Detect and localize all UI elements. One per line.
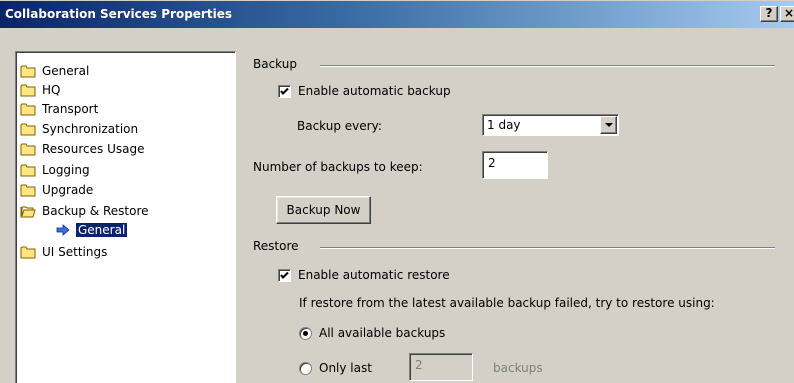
- all-backups-label: All available backups: [319, 326, 446, 340]
- tree-item-synchronization[interactable]: Synchronization: [20, 120, 140, 138]
- title-bar[interactable]: Collaboration Services Properties ? ×: [0, 1, 794, 29]
- backups-to-keep-input[interactable]: 2: [482, 151, 548, 179]
- folder-icon: [20, 184, 36, 197]
- radio-button[interactable]: [299, 361, 312, 375]
- tree-item-label: Transport: [42, 102, 99, 116]
- checkmark-icon: [280, 87, 289, 95]
- tree-item-general[interactable]: General: [20, 62, 91, 80]
- checkmark-icon: [280, 271, 289, 279]
- backup-group-divider: [320, 65, 775, 67]
- tree-item-transport[interactable]: Transport: [20, 100, 100, 118]
- tree-item-label: Backup & Restore: [42, 204, 149, 218]
- enable-backup-label: Enable automatic backup: [298, 84, 451, 98]
- folder-icon: [20, 143, 36, 156]
- tree-item-label: Upgrade: [42, 183, 94, 197]
- checkbox-box[interactable]: [278, 84, 291, 98]
- folder-icon: [20, 65, 36, 78]
- tree-item-backup-restore[interactable]: Backup & Restore: [20, 202, 151, 220]
- enable-backup-checkbox[interactable]: Enable automatic backup: [278, 84, 451, 98]
- tree-item-label: Resources Usage: [42, 142, 145, 156]
- tree-item-upgrade[interactable]: Upgrade: [20, 181, 95, 199]
- tree-item-label: UI Settings: [42, 245, 108, 259]
- backup-every-select[interactable]: 1 day: [482, 114, 619, 136]
- restore-group-divider: [320, 247, 775, 249]
- backups-to-keep-label: Number of backups to keep:: [253, 160, 423, 174]
- folder-icon: [20, 103, 36, 116]
- backups-suffix-label: backups: [493, 361, 543, 375]
- arrow-right-icon: [56, 224, 70, 236]
- only-last-label: Only last: [319, 361, 372, 375]
- help-button[interactable]: ?: [760, 6, 778, 22]
- window-title: Collaboration Services Properties: [5, 7, 232, 21]
- checkbox-box[interactable]: [278, 268, 291, 282]
- backup-every-value: 1 day: [487, 118, 521, 132]
- tree-item-label: General: [74, 222, 129, 238]
- tree-item-backup-general[interactable]: General: [56, 221, 129, 239]
- enable-restore-checkbox[interactable]: Enable automatic restore: [278, 268, 450, 282]
- chevron-down-icon[interactable]: [600, 116, 617, 134]
- enable-restore-label: Enable automatic restore: [298, 268, 450, 282]
- folder-icon: [20, 246, 36, 259]
- tree-item-label: Synchronization: [42, 122, 139, 136]
- restore-fallback-text: If restore from the latest available bac…: [299, 296, 715, 310]
- tree-item-label: General: [42, 64, 90, 78]
- close-button[interactable]: ×: [780, 6, 794, 22]
- folder-icon: [20, 164, 36, 177]
- backup-now-button[interactable]: Backup Now: [276, 196, 371, 224]
- open-folder-icon: [20, 206, 36, 218]
- tree-item-label: HQ: [42, 83, 61, 97]
- all-backups-radio[interactable]: All available backups: [299, 326, 445, 340]
- only-last-radio[interactable]: Only last: [299, 361, 372, 375]
- tree-item-hq[interactable]: HQ: [20, 81, 62, 99]
- tree-item-logging[interactable]: Logging: [20, 161, 92, 179]
- backup-group-label: Backup: [253, 57, 303, 71]
- tree-item-resources-usage[interactable]: Resources Usage: [20, 140, 147, 158]
- backup-every-label: Backup every:: [297, 119, 382, 133]
- folder-icon: [20, 123, 36, 136]
- only-last-count-input[interactable]: 2: [409, 353, 473, 381]
- radio-button-selected[interactable]: [299, 326, 312, 340]
- navigation-tree[interactable]: General HQ Transport Synchronization Res…: [15, 51, 236, 383]
- properties-dialog: Collaboration Services Properties ? × Ge…: [0, 0, 794, 383]
- tree-item-ui-settings[interactable]: UI Settings: [20, 243, 109, 261]
- restore-group-label: Restore: [253, 239, 305, 253]
- folder-icon: [20, 84, 36, 97]
- tree-item-label: Logging: [42, 163, 90, 177]
